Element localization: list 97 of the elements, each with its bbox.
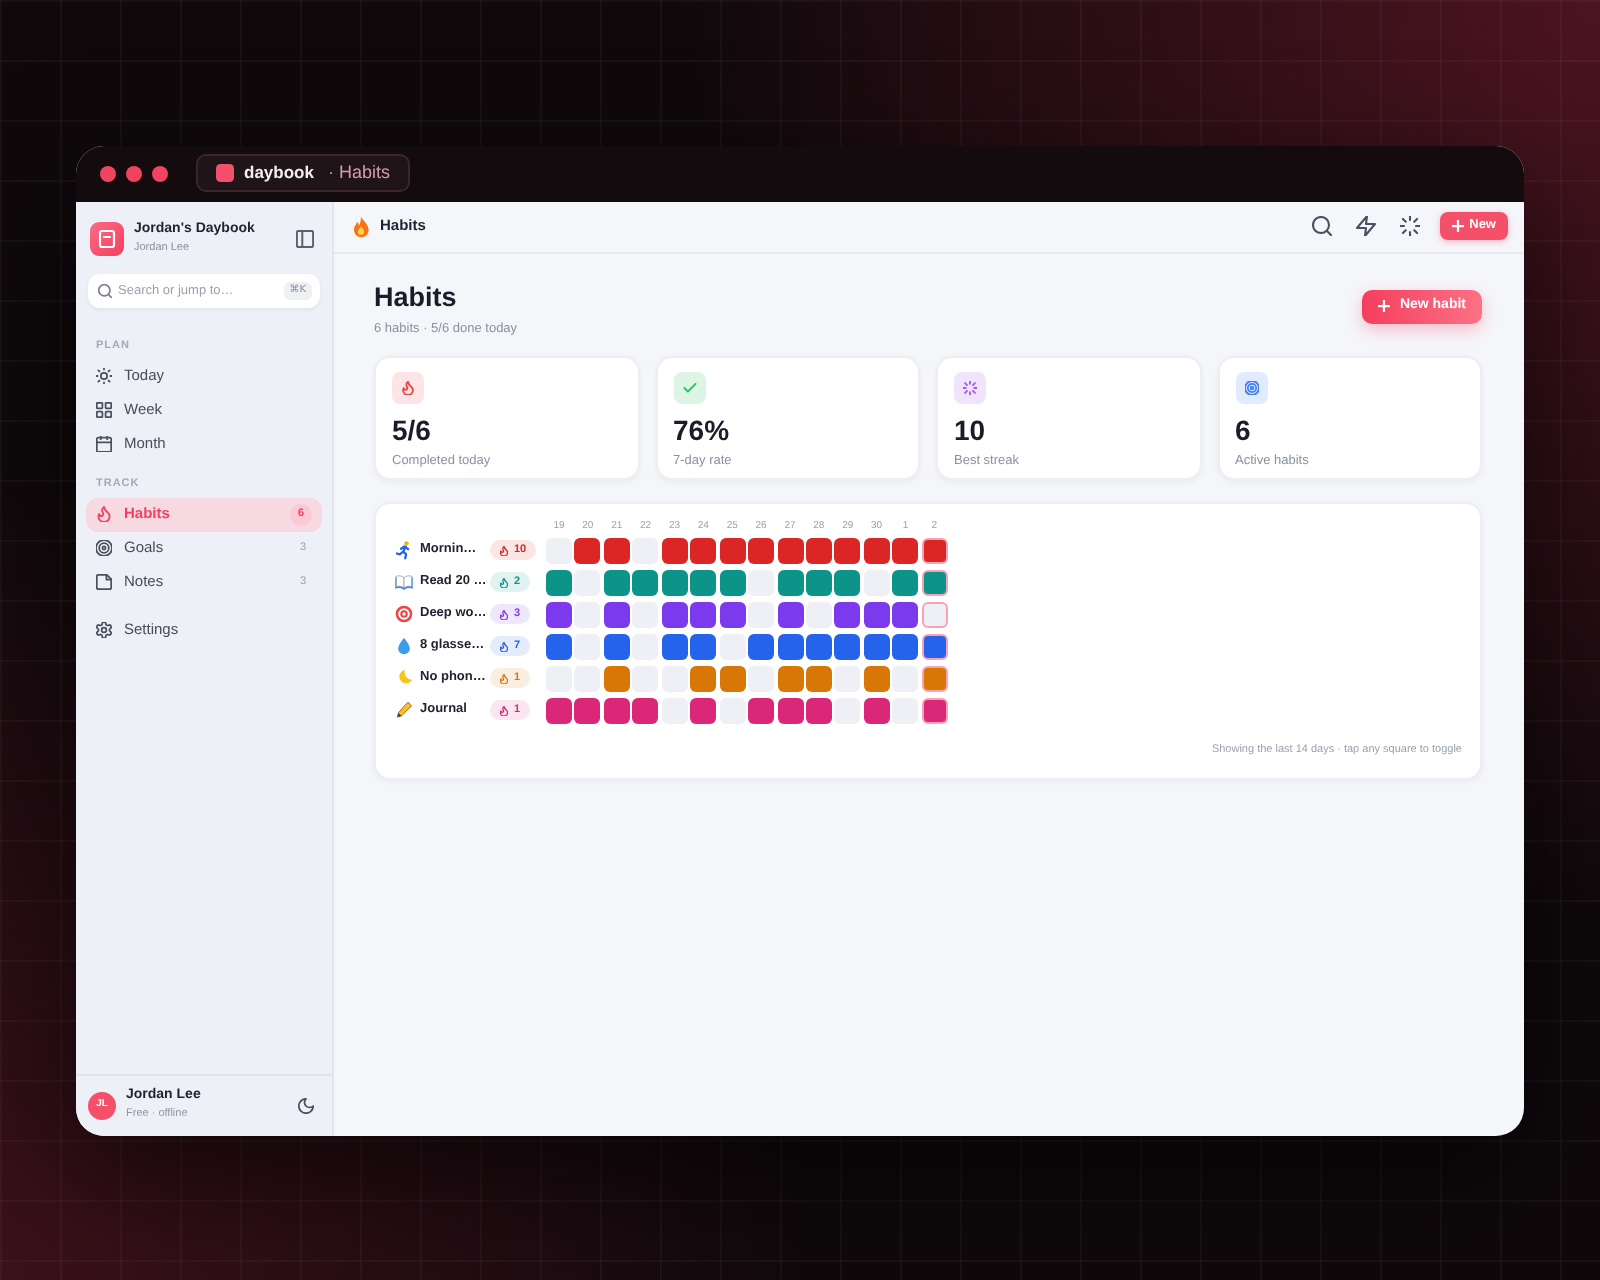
day-square[interactable]	[805, 633, 832, 659]
day-square[interactable]	[719, 601, 746, 627]
title-tab[interactable]: daybook · Habits	[196, 154, 410, 192]
day-square[interactable]	[805, 569, 832, 595]
day-square[interactable]	[805, 537, 832, 563]
day-square[interactable]	[603, 569, 630, 595]
stat-value: 6	[1235, 413, 1251, 445]
day-square[interactable]	[892, 537, 919, 563]
day-square[interactable]	[632, 697, 659, 723]
stat-value: 76%	[673, 413, 730, 445]
day-square[interactable]	[921, 665, 948, 691]
day-square[interactable]	[603, 537, 630, 563]
day-square[interactable]	[863, 537, 890, 563]
note-icon	[96, 574, 112, 590]
search-icon[interactable]	[1311, 216, 1332, 236]
day-square[interactable]	[892, 601, 919, 627]
maximize-button[interactable]	[152, 165, 168, 181]
droplet-icon	[394, 636, 414, 656]
flame-icon	[392, 371, 424, 403]
day-square[interactable]	[921, 633, 948, 659]
day-square[interactable]	[690, 569, 717, 595]
app-logo-icon	[90, 221, 124, 255]
day-square[interactable]	[690, 697, 717, 723]
day-square[interactable]	[661, 633, 688, 659]
day-square[interactable]	[777, 537, 803, 563]
day-square[interactable]	[777, 633, 803, 659]
day-square[interactable]	[574, 537, 601, 563]
moon-icon[interactable]	[298, 1097, 314, 1113]
target-icon	[96, 540, 112, 556]
plus-icon	[1451, 220, 1464, 232]
day-square[interactable]	[921, 569, 948, 595]
day-square[interactable]	[690, 633, 717, 659]
day-square[interactable]	[719, 537, 746, 563]
moon-icon	[394, 668, 414, 688]
day-square[interactable]	[661, 537, 688, 563]
day-square[interactable]	[661, 601, 688, 627]
day-square[interactable]	[748, 633, 775, 659]
stat-value: 5/6	[392, 413, 431, 445]
day-square[interactable]	[546, 633, 572, 659]
day-square[interactable]	[777, 697, 803, 723]
day-square[interactable]	[921, 537, 948, 563]
day-square[interactable]	[777, 569, 803, 595]
day-square[interactable]	[863, 665, 890, 691]
day-square[interactable]	[863, 633, 890, 659]
day-square[interactable]	[661, 569, 688, 595]
day-square[interactable]	[603, 697, 630, 723]
day-square[interactable]	[834, 569, 861, 595]
day-square[interactable]	[719, 665, 746, 691]
day-square[interactable]	[834, 537, 861, 563]
day-square[interactable]	[603, 665, 630, 691]
day-square[interactable]	[748, 697, 775, 723]
fire-icon	[352, 215, 370, 237]
settings-icon	[96, 622, 112, 638]
sidebar-toggle-icon[interactable]	[296, 229, 314, 247]
day-square[interactable]	[892, 633, 919, 659]
day-square[interactable]	[546, 601, 572, 627]
loader-icon[interactable]	[1399, 216, 1420, 236]
minimize-button[interactable]	[126, 165, 142, 181]
runner-icon	[394, 540, 414, 560]
lightning-icon[interactable]	[1355, 216, 1376, 236]
search-icon	[98, 283, 112, 297]
day-square[interactable]	[805, 697, 832, 723]
grid-icon	[96, 402, 112, 418]
pencil-icon	[394, 700, 414, 720]
close-button[interactable]	[100, 165, 116, 181]
day-square[interactable]	[603, 633, 630, 659]
target-icon	[1235, 371, 1267, 403]
day-square[interactable]	[863, 601, 890, 627]
day-square[interactable]	[777, 665, 803, 691]
day-square[interactable]	[690, 665, 717, 691]
day-square[interactable]	[690, 537, 717, 563]
target-icon	[394, 604, 414, 624]
day-square[interactable]	[632, 569, 659, 595]
day-square[interactable]	[892, 569, 919, 595]
day-square[interactable]	[603, 601, 630, 627]
day-square[interactable]	[546, 569, 572, 595]
day-square[interactable]	[863, 697, 890, 723]
day-square[interactable]	[777, 601, 803, 627]
check-icon	[673, 371, 705, 403]
day-square[interactable]	[690, 601, 717, 627]
app-logo-icon	[216, 164, 234, 182]
day-square[interactable]	[719, 569, 746, 595]
day-square[interactable]	[834, 633, 861, 659]
day-square[interactable]	[574, 697, 601, 723]
loader-icon	[954, 371, 986, 403]
day-square[interactable]	[921, 697, 948, 723]
flame-icon	[96, 506, 112, 522]
plus-icon	[1377, 300, 1390, 312]
day-square[interactable]	[748, 537, 775, 563]
day-square[interactable]	[805, 665, 832, 691]
day-square[interactable]	[834, 601, 861, 627]
page-title: Habits	[374, 281, 459, 313]
day-square[interactable]	[546, 697, 572, 723]
stat-value: 10	[954, 413, 986, 445]
sun-icon	[96, 368, 112, 384]
calendar-icon	[96, 436, 112, 452]
open-book-icon	[394, 572, 414, 592]
